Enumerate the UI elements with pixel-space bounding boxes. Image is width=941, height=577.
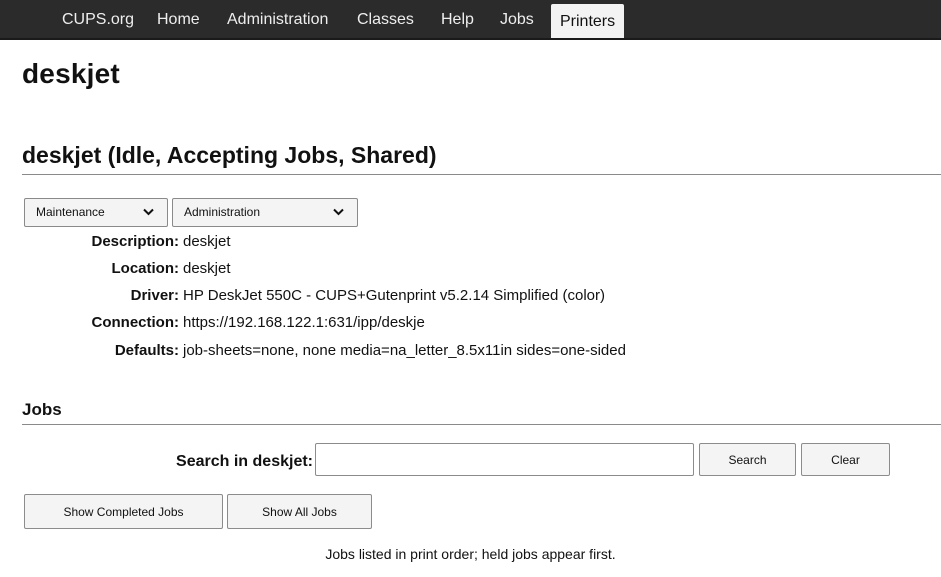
search-button[interactable]: Search	[699, 443, 796, 476]
administration-select[interactable]: Administration	[172, 198, 358, 227]
location-label: Location:	[111, 260, 180, 277]
jobs-divider	[22, 424, 941, 425]
top-navigation-bar: CUPS.org Home Administration Classes Hel…	[0, 0, 941, 40]
page-title: deskjet	[22, 58, 120, 89]
nav-item-printers[interactable]: Printers	[551, 4, 625, 38]
driver-label: Driver:	[130, 287, 179, 304]
nav-item-classes[interactable]: Classes	[357, 0, 414, 38]
chevron-down-icon	[143, 208, 154, 216]
nav-item-cups-org[interactable]: CUPS.org	[62, 0, 134, 38]
clear-button[interactable]: Clear	[801, 443, 890, 476]
show-all-jobs-button[interactable]: Show All Jobs	[227, 494, 372, 529]
administration-select-label: Administration	[184, 205, 261, 219]
location-value: deskjet	[183, 260, 231, 277]
chevron-down-icon	[333, 208, 344, 216]
maintenance-select[interactable]: Maintenance	[24, 198, 168, 227]
jobs-order-note: Jobs listed in print order; held jobs ap…	[325, 546, 616, 562]
defaults-row-key: Defaults:	[0, 342, 179, 360]
nav-item-home[interactable]: Home	[157, 0, 200, 38]
driver-value: HP DeskJet 550C - CUPS+Gutenprint v5.2.1…	[183, 287, 605, 304]
nav-item-jobs[interactable]: Jobs	[500, 0, 534, 38]
nav-item-administration[interactable]: Administration	[227, 0, 328, 38]
status-divider	[22, 174, 941, 175]
maintenance-select-label: Maintenance	[36, 205, 105, 219]
description-value: deskjet	[183, 233, 231, 250]
nav-item-help[interactable]: Help	[441, 0, 474, 38]
connection-label: Connection:	[91, 314, 180, 331]
location-row-key: Location:	[0, 260, 180, 278]
connection-value: https://192.168.122.1:631/ipp/deskje	[183, 314, 425, 331]
defaults-value: job-sheets=none, none media=na_letter_8.…	[183, 342, 626, 359]
printer-status-heading: deskjet (Idle, Accepting Jobs, Shared)	[22, 142, 437, 168]
defaults-label: Defaults:	[114, 342, 179, 359]
show-completed-jobs-button[interactable]: Show Completed Jobs	[24, 494, 223, 529]
driver-row-key: Driver:	[0, 287, 179, 305]
description-row-key: Description:	[0, 233, 179, 251]
connection-row-key: Connection:	[0, 314, 180, 332]
jobs-heading: Jobs	[22, 400, 62, 419]
search-label: Search in deskjet:	[176, 453, 313, 470]
description-label: Description:	[91, 233, 179, 250]
search-input[interactable]	[315, 443, 694, 476]
